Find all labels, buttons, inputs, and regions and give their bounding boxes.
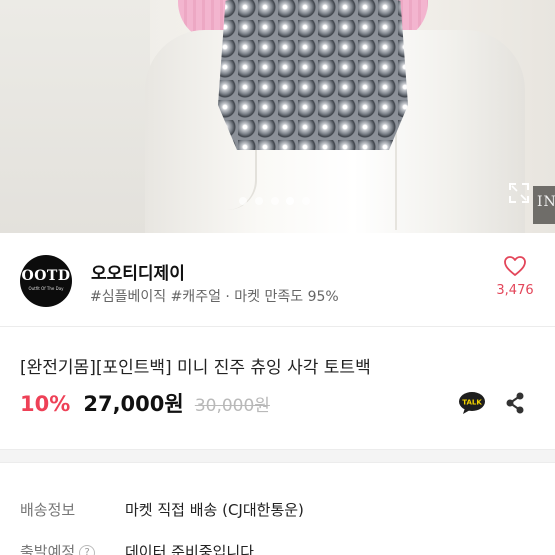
seller-logo[interactable]: OOTD Outfit Of The Day (20, 255, 72, 307)
talk-chat-icon[interactable]: TALK (458, 391, 486, 415)
section-divider (0, 326, 555, 327)
seller-tags: #심플베이직 #캐주얼 · 마켓 만족도 95% (90, 289, 339, 305)
section-gap (0, 449, 555, 463)
product-image-gallery[interactable]: INE (0, 0, 555, 233)
product-title: [완전기몸][포인트백] 미니 진주 츄잉 사각 토트백 (20, 358, 371, 378)
gallery-dot[interactable] (239, 197, 247, 205)
seller-logo-subtext: Outfit Of The Day (28, 286, 64, 291)
help-icon[interactable]: ? (79, 545, 96, 555)
like-button[interactable]: 3,476 (490, 255, 540, 298)
departure-label: 출발예정 (20, 543, 76, 555)
gallery-dot[interactable] (302, 197, 310, 205)
price-row: 10% 27,000원 30,000원 (20, 388, 270, 418)
talk-label: TALK (462, 399, 482, 407)
gallery-dot-active[interactable] (286, 197, 294, 205)
seller-logo-text: OOTD (21, 268, 71, 284)
pearl-tote-bag-image (218, 0, 408, 150)
seller-name[interactable]: 오오티디제이 (91, 259, 185, 284)
store-sign: INE (533, 186, 555, 224)
expand-icon[interactable] (508, 182, 530, 204)
heart-icon (504, 256, 526, 276)
like-count: 3,476 (496, 283, 534, 298)
departure-value: 데이터 준비중입니다 (125, 543, 254, 555)
gallery-pagination (0, 197, 555, 207)
original-price: 30,000원 (194, 396, 270, 416)
shipping-info-label: 배송정보 (20, 501, 76, 519)
gallery-dot[interactable] (271, 197, 279, 205)
sale-price: 27,000원 (83, 392, 184, 416)
gallery-dot[interactable] (255, 197, 263, 205)
discount-rate: 10% (20, 392, 71, 416)
shipping-info-value: 마켓 직접 배송 (CJ대한통운) (125, 501, 304, 519)
seller-row[interactable]: OOTD Outfit Of The Day 오오티디제이 #심플베이직 #캐주… (0, 233, 555, 326)
departure-label-row: 출발예정? (20, 541, 96, 555)
share-icon[interactable] (504, 391, 526, 415)
